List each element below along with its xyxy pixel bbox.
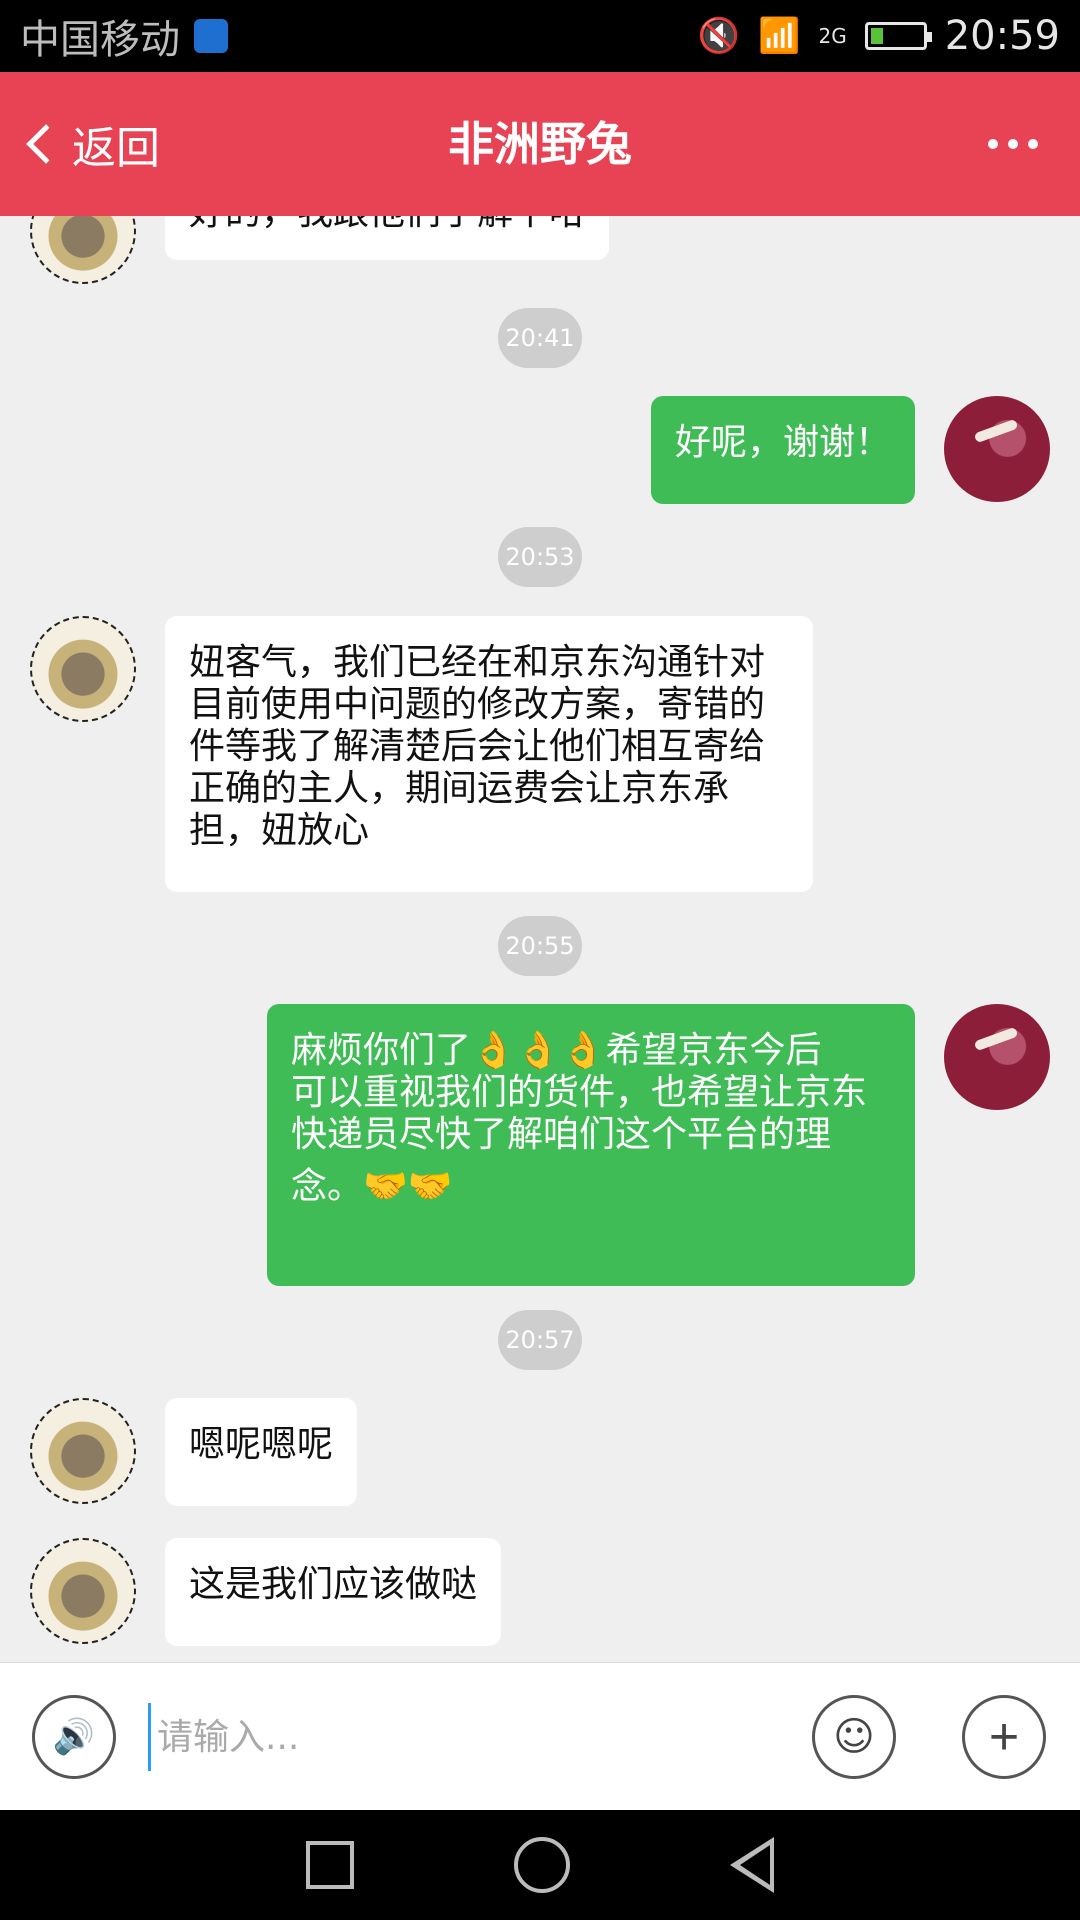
message-text: 快递员尽快了解咱们这个平台的理	[291, 1114, 832, 1155]
chat-title: 非洲野兔	[448, 117, 632, 171]
system-nav-bar	[0, 1810, 1080, 1920]
message-text: 件等我了解清楚后会让他们相互寄给	[189, 726, 766, 767]
carrier-name: 中国移动	[20, 17, 180, 63]
voice-icon: 🔊	[52, 1717, 96, 1757]
recent-apps-icon[interactable]	[306, 1841, 354, 1889]
more-options-icon[interactable]	[988, 72, 1038, 216]
message-text: 这是我们应该做哒	[189, 1564, 478, 1605]
message-bubble-incoming[interactable]: 妞客气，我们已经在和京东沟通针对 目前使用中问题的修改方案，寄错的 件等我了解清…	[165, 616, 813, 892]
message-bubble-outgoing[interactable]: 好呢，谢谢！	[651, 396, 915, 504]
hd-call-icon	[194, 19, 228, 53]
user-avatar[interactable]	[944, 396, 1050, 502]
contact-avatar[interactable]	[30, 616, 136, 722]
network-type-label: 2G	[818, 24, 847, 48]
message-bubble-incoming[interactable]: 这是我们应该做哒	[165, 1538, 501, 1646]
contact-avatar[interactable]	[30, 216, 136, 284]
message-text: 嗯呢嗯呢	[189, 1424, 334, 1465]
input-bar: 🔊 ☺ +	[0, 1662, 1080, 1810]
voice-input-button[interactable]: 🔊	[32, 1695, 116, 1779]
message-text: 妞客气，我们已经在和京东沟通针对	[189, 642, 766, 683]
message-text: 正确的主人，期间运费会让京东承	[189, 768, 730, 809]
timestamp-badge: 20:53	[498, 527, 582, 587]
message-text: 好呢，谢谢！	[675, 422, 892, 463]
back-triangle-icon[interactable]	[730, 1837, 774, 1893]
contact-avatar[interactable]	[30, 1538, 136, 1644]
timestamp-badge: 20:55	[498, 916, 582, 976]
emoji-button[interactable]: ☺	[812, 1695, 896, 1779]
chat-messages[interactable]: 好的，我跟他们了解下哈 20:41 好呢，谢谢！ 20:53 妞客气，我们已经在…	[0, 216, 1080, 1662]
message-text: 好的，我跟他们了解下哈	[189, 216, 585, 234]
status-time: 20:59	[944, 13, 1060, 59]
message-bubble-incoming[interactable]: 嗯呢嗯呢	[165, 1398, 357, 1506]
battery-icon	[864, 22, 932, 50]
message-text: 担，妞放心	[189, 810, 370, 851]
message-text: 可以重视我们的货件，也希望让京东	[291, 1072, 868, 1113]
contact-avatar[interactable]	[30, 1398, 136, 1504]
home-icon[interactable]	[514, 1837, 570, 1893]
message-text: 目前使用中问题的修改方案，寄错的	[189, 684, 766, 725]
status-bar: 中国移动 🔇 📶 2G 20:59	[0, 0, 1080, 72]
message-bubble-outgoing[interactable]: 麻烦你们了👌👌👌希望京东今后 可以重视我们的货件，也希望让京东 快递员尽快了解咱…	[267, 1004, 915, 1286]
plus-icon: +	[988, 1708, 1020, 1766]
wifi-icon: 📶	[758, 16, 801, 56]
smile-icon: ☺	[833, 1714, 875, 1760]
message-text: 麻烦你们了👌👌👌希望京东今后	[291, 1030, 822, 1071]
mute-icon: 🔇	[697, 16, 741, 56]
add-attachment-button[interactable]: +	[962, 1695, 1046, 1779]
timestamp-badge: 20:41	[498, 308, 582, 368]
timestamp-badge: 20:57	[498, 1310, 582, 1370]
status-icons: 🔇 📶 2G 20:59	[698, 13, 1060, 59]
user-avatar[interactable]	[944, 1004, 1050, 1110]
message-bubble-incoming[interactable]: 好的，我跟他们了解下哈	[165, 216, 609, 260]
message-text: 念。🤝🤝	[291, 1166, 453, 1207]
chat-header: 返回 非洲野兔	[0, 72, 1080, 216]
message-input[interactable]	[148, 1703, 778, 1771]
